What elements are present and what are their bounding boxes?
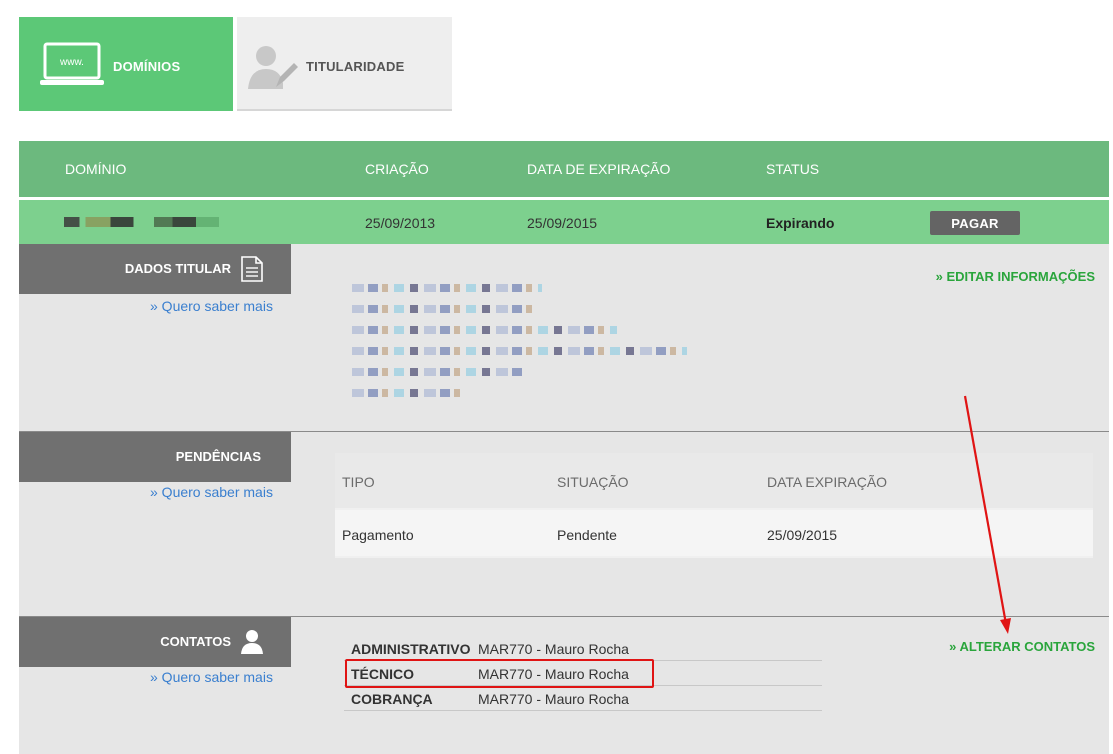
tab-ownership[interactable]: TITULARIDADE [237, 17, 452, 111]
list-item: COBRANÇA MAR770 - Mauro Rocha [344, 686, 822, 711]
column-created: CRIAÇÃO [365, 161, 429, 177]
redacted-domain-name [64, 217, 219, 227]
change-contacts-link[interactable]: » ALTERAR CONTATOS [949, 639, 1095, 654]
contact-role: ADMINISTRATIVO [351, 641, 471, 657]
section-pending-title: PENDÊNCIAS [175, 449, 261, 464]
document-icon [241, 256, 263, 282]
pending-col-situation: SITUAÇÃO [557, 474, 629, 490]
pending-table-header: TIPO SITUAÇÃO DATA EXPIRAÇÃO [335, 453, 1093, 508]
pending-table: TIPO SITUAÇÃO DATA EXPIRAÇÃO Pagamento P… [335, 453, 1093, 558]
domain-details-panel: DADOS TITULAR » Quero saber mais » EDITA… [19, 244, 1109, 754]
column-domain: DOMÍNIO [65, 161, 127, 177]
annotation-highlight-box [345, 659, 654, 688]
tab-ownership-label: TITULARIDADE [306, 59, 405, 74]
holder-more-link[interactable]: » Quero saber mais [150, 298, 273, 314]
table-row: Pagamento Pendente 25/09/2015 [335, 510, 1093, 556]
domain-table-header: DOMÍNIO CRIAÇÃO DATA DE EXPIRAÇÃO STATUS [19, 141, 1109, 200]
domain-row[interactable]: 25/09/2013 25/09/2015 Expirando PAGAR [19, 200, 1109, 244]
pending-situation: Pendente [557, 527, 617, 543]
column-status: STATUS [766, 161, 820, 177]
pending-expiration: 25/09/2015 [767, 527, 838, 543]
column-expiration: DATA DE EXPIRAÇÃO [527, 161, 671, 177]
section-pending-label: PENDÊNCIAS [19, 432, 291, 482]
section-contacts-label: CONTATOS [19, 617, 291, 667]
status-text: Expirando [766, 215, 835, 231]
list-item: ADMINISTRATIVO MAR770 - Mauro Rocha [344, 636, 822, 661]
www-icon-text: www. [59, 57, 84, 68]
pending-col-expiration: DATA EXPIRAÇÃO [767, 474, 888, 490]
section-holder-title: DADOS TITULAR [124, 261, 231, 276]
laptop-www-icon: www. [40, 42, 104, 85]
pending-type: Pagamento [342, 527, 414, 543]
contacts-more-link[interactable]: » Quero saber mais [150, 669, 273, 685]
pending-col-type: TIPO [342, 474, 375, 490]
user-icon [241, 630, 263, 654]
redacted-holder-info [352, 284, 692, 399]
edit-info-link[interactable]: » EDITAR INFORMAÇÕES [936, 269, 1095, 284]
tab-domains[interactable]: www. DOMÍNIOS [19, 17, 233, 111]
pay-button[interactable]: PAGAR [930, 211, 1020, 235]
contact-role: COBRANÇA [351, 691, 433, 707]
contact-name: MAR770 - Mauro Rocha [478, 691, 629, 707]
section-contacts-title: CONTATOS [160, 634, 231, 649]
contact-name: MAR770 - Mauro Rocha [478, 641, 629, 657]
expiration-date: 25/09/2015 [527, 215, 598, 231]
user-edit-icon [248, 46, 298, 89]
section-holder-label: DADOS TITULAR [19, 244, 291, 294]
tab-domains-label: DOMÍNIOS [113, 59, 181, 74]
pending-more-link[interactable]: » Quero saber mais [150, 484, 273, 500]
created-date: 25/09/2013 [365, 215, 436, 231]
